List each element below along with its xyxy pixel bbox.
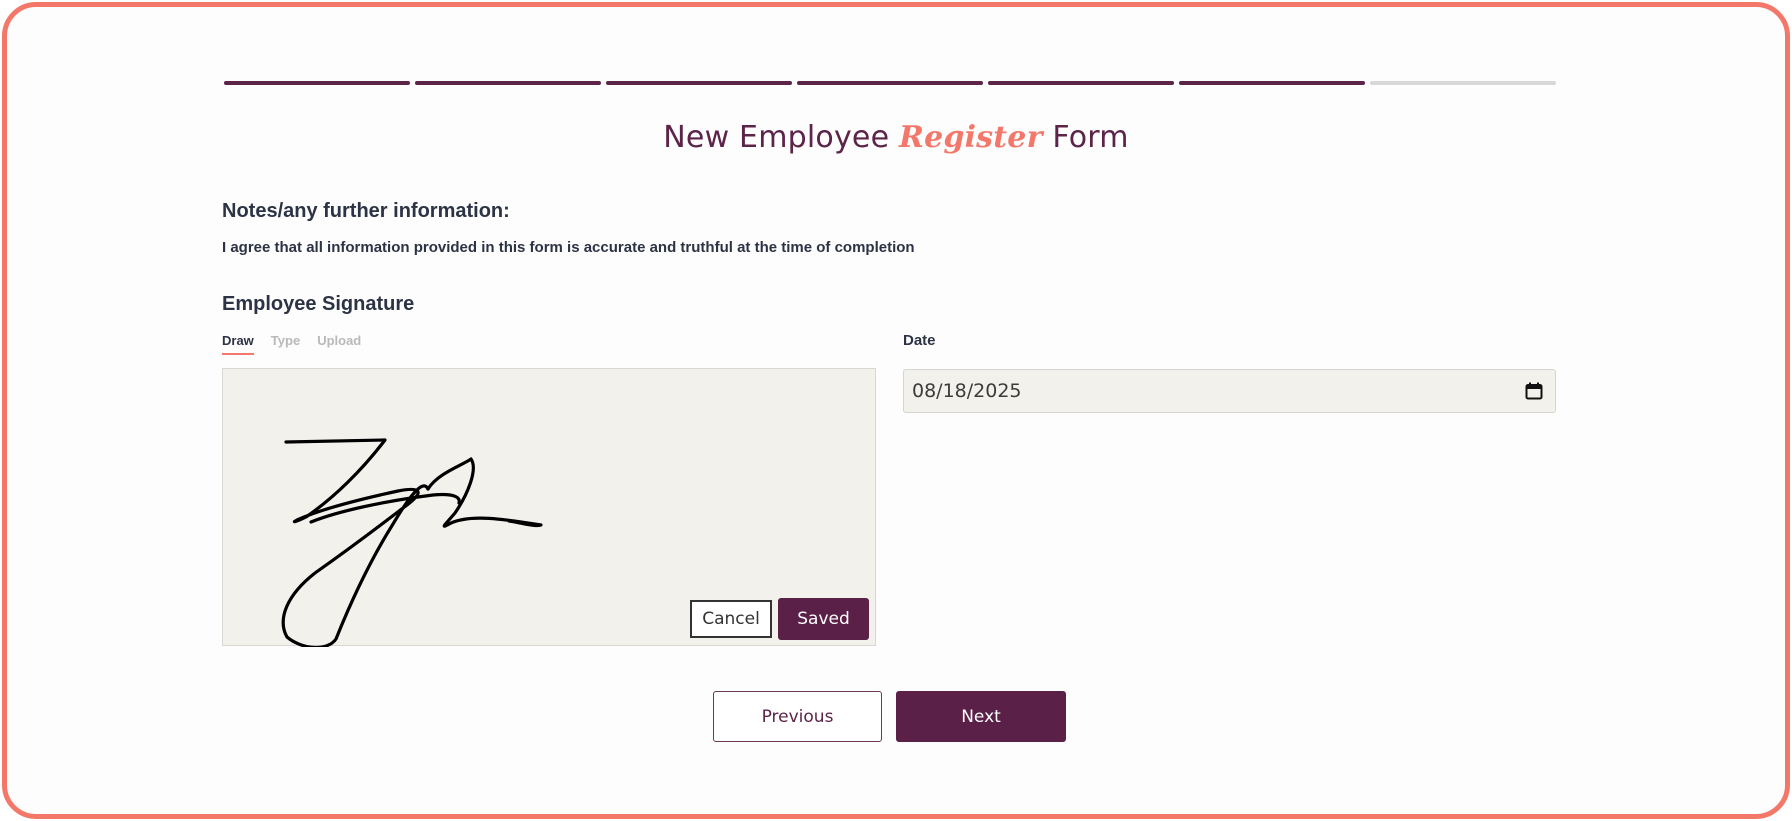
title-accent: Register <box>898 120 1043 155</box>
progress-step <box>1370 81 1556 85</box>
tab-upload[interactable]: Upload <box>317 333 361 355</box>
tab-type[interactable]: Type <box>271 333 300 355</box>
progress-step <box>606 81 792 85</box>
progress-step <box>988 81 1174 85</box>
notes-heading: Notes/any further information: <box>222 200 510 222</box>
calendar-icon[interactable] <box>1525 382 1543 400</box>
title-prefix: New Employee <box>663 120 899 155</box>
date-value: 08/18/2025 <box>912 380 1022 402</box>
progress-step <box>797 81 983 85</box>
progress-step <box>224 81 410 85</box>
date-input[interactable]: 08/18/2025 <box>903 369 1556 413</box>
agreement-text: I agree that all information provided in… <box>222 239 915 256</box>
tab-draw[interactable]: Draw <box>222 333 254 355</box>
signature-tabs: Draw Type Upload <box>222 333 361 355</box>
page-title: New Employee Register Form <box>0 120 1792 155</box>
cancel-signature-button[interactable]: Cancel <box>690 600 772 638</box>
progress-bar <box>224 81 1556 85</box>
save-signature-button[interactable]: Saved <box>778 598 869 640</box>
next-button[interactable]: Next <box>896 691 1066 742</box>
progress-step <box>415 81 601 85</box>
progress-step <box>1179 81 1365 85</box>
date-label: Date <box>903 332 936 349</box>
signature-heading: Employee Signature <box>222 293 415 315</box>
title-suffix: Form <box>1042 120 1129 155</box>
previous-button[interactable]: Previous <box>713 691 882 742</box>
